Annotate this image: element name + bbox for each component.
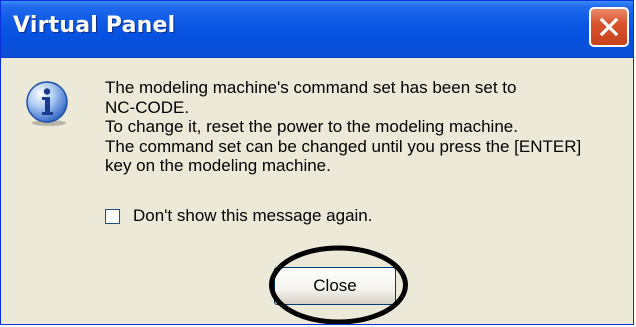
message-line: key on the modeling machine. [105,156,331,175]
message-line: The modeling machine's command set has b… [105,78,517,97]
close-button[interactable]: Close [274,267,396,305]
message-text: The modeling machine's command set has b… [105,78,625,176]
close-button-label: Close [313,276,357,295]
window-title: Virtual Panel [13,13,176,38]
checkbox-label: Don't show this message again. [133,206,373,225]
information-icon [23,79,73,129]
message-line: NC-CODE. [105,97,190,117]
close-x-icon[interactable] [589,7,629,47]
message-line: To change it, reset the power to the mod… [105,117,518,136]
virtual-panel-dialog: Virtual Panel The modeling machine's com… [0,0,634,325]
checkbox-box[interactable] [105,208,120,224]
title-bar[interactable]: Virtual Panel [1,1,633,58]
dont-show-again-checkbox[interactable]: Don't show this message again. [105,206,373,226]
message-line: The command set can be changed until you… [105,136,582,156]
